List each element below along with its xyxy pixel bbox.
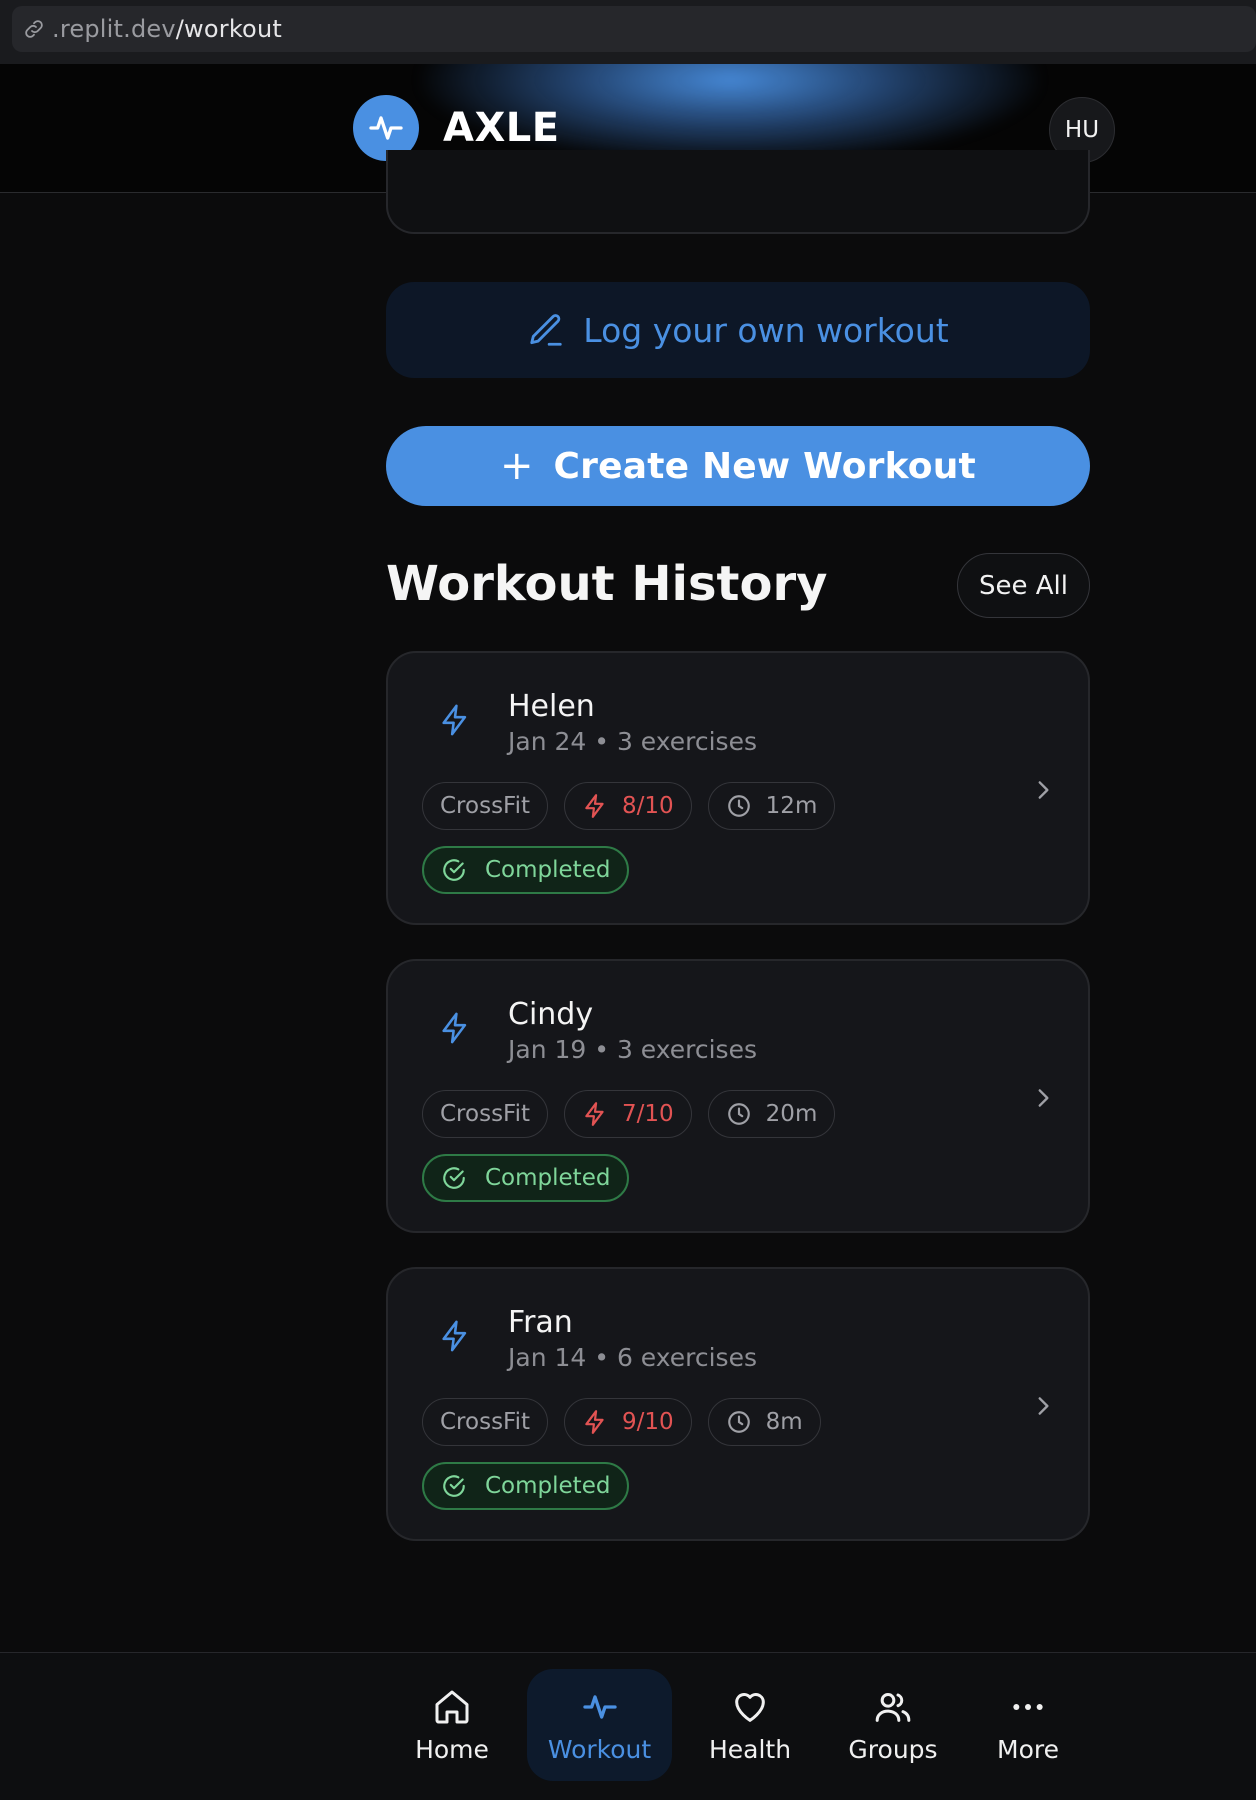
clock-icon xyxy=(727,1411,750,1433)
status-label: Completed xyxy=(485,1165,611,1191)
workout-date: Jan 24 xyxy=(508,727,587,756)
workout-meta: Jan 14 • 6 exercises xyxy=(508,1343,757,1372)
workout-date: Jan 19 xyxy=(508,1035,587,1064)
status-badge: Completed xyxy=(422,1154,630,1202)
nav-label: Workout xyxy=(547,1734,652,1764)
check-circle-icon xyxy=(443,1167,465,1189)
nav-item-groups[interactable]: Groups xyxy=(833,1669,953,1781)
home-icon xyxy=(435,1690,469,1723)
see-all-button[interactable]: See All xyxy=(957,553,1090,618)
clock-icon xyxy=(727,795,750,817)
more-dots-icon xyxy=(1013,1703,1043,1710)
pencil-icon xyxy=(530,314,562,346)
section-title: Workout History xyxy=(386,556,828,612)
nav-item-workout[interactable]: Workout xyxy=(527,1669,672,1781)
link-icon xyxy=(25,20,43,38)
nav-item-home[interactable]: Home xyxy=(400,1669,504,1781)
browser-url-bar: .replit.dev/workout xyxy=(0,0,1256,64)
type-tag: CrossFit xyxy=(422,1090,549,1138)
nav-item-health[interactable]: Health xyxy=(700,1669,800,1781)
intensity-value: 9/10 xyxy=(622,1409,674,1435)
workout-name: Cindy xyxy=(508,997,594,1032)
intensity-tag: 8/10 xyxy=(564,782,692,830)
plus-icon: + xyxy=(500,443,534,489)
log-workout-label: Log your own workout xyxy=(583,310,949,350)
clock-icon xyxy=(727,1103,750,1125)
tag-row: CrossFit 8/10 12m xyxy=(422,782,836,830)
duration-value: 12m xyxy=(765,793,818,819)
create-workout-button[interactable]: + Create New Workout xyxy=(386,426,1090,506)
check-circle-icon xyxy=(443,1475,465,1497)
chevron-right-icon xyxy=(1038,1397,1049,1415)
duration-tag: 8m xyxy=(707,1398,821,1446)
tag-row: CrossFit 7/10 20m xyxy=(422,1090,836,1138)
status-badge: Completed xyxy=(422,846,630,894)
address-field[interactable]: .replit.dev/workout xyxy=(12,6,1256,52)
activity-icon xyxy=(582,1694,617,1719)
type-tag: CrossFit xyxy=(422,1398,549,1446)
duration-value: 8m xyxy=(765,1409,803,1435)
users-icon xyxy=(875,1692,911,1722)
previous-card-partial xyxy=(386,150,1090,234)
duration-tag: 20m xyxy=(707,1090,836,1138)
bolt-icon xyxy=(585,1410,604,1434)
nav-label: More xyxy=(997,1734,1059,1764)
status-label: Completed xyxy=(485,857,611,883)
duration-value: 20m xyxy=(765,1101,818,1127)
tag-row: CrossFit 9/10 8m xyxy=(422,1398,821,1446)
workout-name: Fran xyxy=(508,1305,573,1340)
brand-name: AXLE xyxy=(443,105,560,151)
intensity-value: 8/10 xyxy=(622,793,674,819)
heart-icon xyxy=(735,1692,765,1722)
url-path: /workout xyxy=(175,15,282,43)
workout-meta: Jan 19 • 3 exercises xyxy=(508,1035,757,1064)
duration-tag: 12m xyxy=(707,782,836,830)
workout-meta: Jan 24 • 3 exercises xyxy=(508,727,757,756)
create-workout-label: Create New Workout xyxy=(553,445,976,487)
workout-card[interactable]: Fran Jan 14 • 6 exercises CrossFit 9/10 … xyxy=(386,1267,1090,1541)
intensity-tag: 7/10 xyxy=(564,1090,692,1138)
chevron-right-icon xyxy=(1038,1089,1049,1107)
nav-label: Home xyxy=(415,1734,489,1764)
workout-date: Jan 14 xyxy=(508,1343,587,1372)
log-workout-button[interactable]: Log your own workout xyxy=(386,282,1090,378)
bolt-icon xyxy=(442,704,467,736)
bolt-icon xyxy=(585,794,604,818)
nav-label: Groups xyxy=(848,1734,938,1764)
workout-exercises: 3 exercises xyxy=(616,727,757,756)
url-domain: .replit.dev xyxy=(52,15,176,43)
workout-exercises: 6 exercises xyxy=(616,1343,757,1372)
check-circle-icon xyxy=(443,859,465,881)
url-text: .replit.dev/workout xyxy=(52,15,282,43)
chevron-right-icon xyxy=(1038,781,1049,799)
workout-card[interactable]: Helen Jan 24 • 3 exercises CrossFit 8/10… xyxy=(386,651,1090,925)
type-tag: CrossFit xyxy=(422,782,549,830)
workout-name: Helen xyxy=(508,689,595,724)
status-label: Completed xyxy=(485,1473,611,1499)
bolt-icon xyxy=(585,1102,604,1126)
nav-item-more[interactable]: More xyxy=(978,1669,1078,1781)
bolt-icon xyxy=(442,1320,467,1352)
workout-card[interactable]: Cindy Jan 19 • 3 exercises CrossFit 7/10… xyxy=(386,959,1090,1233)
intensity-tag: 9/10 xyxy=(564,1398,692,1446)
bolt-icon xyxy=(442,1012,467,1044)
intensity-value: 7/10 xyxy=(622,1101,674,1127)
bottom-nav: Home Workout Health Groups More xyxy=(0,1652,1256,1800)
workout-exercises: 3 exercises xyxy=(616,1035,757,1064)
nav-label: Health xyxy=(708,1734,792,1764)
status-badge: Completed xyxy=(422,1462,630,1510)
